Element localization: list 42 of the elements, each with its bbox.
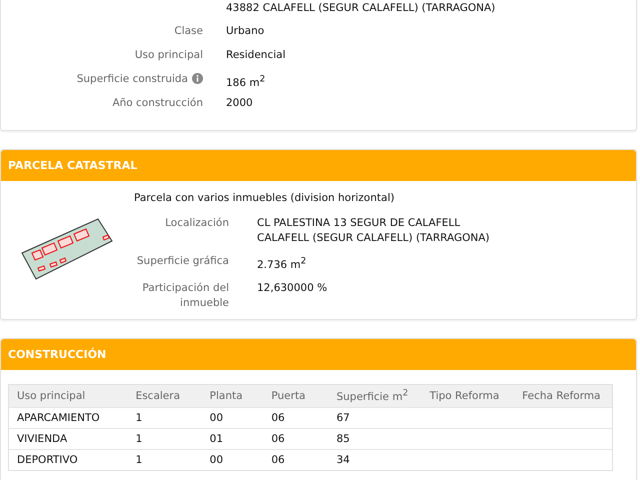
table-cell: 1	[136, 412, 142, 424]
field-value: Residencial	[226, 49, 286, 61]
table-cell: 00	[210, 412, 224, 424]
section-header: CONSTRUCCIÓN	[1, 338, 636, 370]
column-header: Planta	[210, 390, 243, 402]
field-label: Superficie construida	[76, 72, 188, 86]
field-value: CL PALESTINA 13 SEGUR DE CALAFELL	[257, 217, 460, 229]
table-cell: 01	[210, 433, 224, 445]
field-label: Localización	[164, 216, 229, 231]
field-label: Año construcción	[112, 96, 203, 110]
table-cell: 34	[336, 454, 350, 466]
table-cell: 06	[271, 412, 285, 424]
table-cell: 00	[210, 454, 224, 466]
column-header: Superficie m$^{2}$	[336, 391, 408, 403]
table-cell: 67	[336, 412, 350, 424]
address-text: 43882 CALAFELL (SEGUR CALAFELL) (TARRAGONA)	[226, 2, 496, 14]
column-header: Escalera	[136, 390, 180, 402]
field-value: CALAFELL (SEGUR CALAFELL) (TARRAGONA)	[257, 232, 490, 244]
field-label: Uso principal	[134, 48, 203, 62]
section-header: PARCELA CATASTRAL	[1, 150, 636, 181]
field-value: 186 m$^{2}$	[226, 76, 266, 88]
field-value: 2.736 m$^{2}$	[257, 258, 306, 270]
table-cell: APARCAMIENTO	[17, 412, 100, 424]
table-cell: 1	[136, 433, 142, 445]
field-value: Urbano	[226, 25, 264, 37]
column-header: Tipo Reforma	[430, 390, 500, 402]
field-label: Participación del inmueble	[141, 280, 229, 310]
field-label: Clase	[174, 24, 203, 38]
parcel-description: Parcela con varios inmuebles (division horizontal)	[134, 191, 396, 205]
column-header: Puerta	[271, 390, 306, 402]
field-value: 2000	[226, 97, 253, 109]
info-icon[interactable]	[192, 73, 203, 84]
table-cell: 06	[271, 433, 285, 445]
table-cell: 1	[136, 454, 142, 466]
table-cell: DEPORTIVO	[17, 454, 78, 466]
table-cell: 06	[271, 454, 285, 466]
field-label: Superficie gráfica	[136, 254, 229, 269]
table-cell: 85	[336, 433, 350, 445]
column-header: Fecha Reforma	[522, 390, 600, 402]
column-header: Uso principal	[17, 390, 86, 402]
field-value: 12,630000 %	[257, 282, 328, 294]
table-cell: VIVIENDA	[17, 433, 68, 445]
